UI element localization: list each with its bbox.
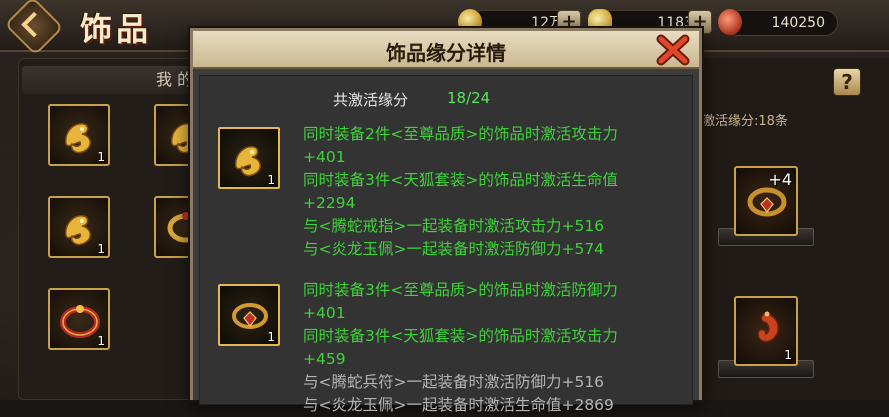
- slot-qty: 1: [97, 242, 105, 256]
- slot-qty: 1: [97, 334, 105, 348]
- bond-item-slot[interactable]: 1: [218, 127, 280, 189]
- jade-pendant-icon: [757, 311, 779, 343]
- fox-ring-icon: [232, 303, 268, 329]
- gold-phoenix-pendant-icon: [65, 123, 91, 154]
- bond-entry-lines: 同时装备2件<至尊品质>的饰品时激活攻击力 +401 同时装备3件<天狐套装>的…: [303, 123, 693, 261]
- bond-line: 同时装备3件<至尊品质>的饰品时激活防御力: [303, 281, 618, 299]
- page-title: 饰品: [80, 10, 153, 48]
- slot-qty: 1: [267, 173, 275, 187]
- slot-qty: 1: [267, 330, 275, 344]
- bond-line: +401: [303, 304, 346, 322]
- red-dragon-ring-icon: [60, 305, 100, 338]
- modal-title: 饰品缘分详情: [386, 41, 506, 65]
- bond-line: 与<炎龙玉佩>一起装备时激活生命值+2869: [303, 396, 614, 414]
- bond-line: +401: [303, 148, 346, 166]
- close-icon: [656, 34, 690, 66]
- bond-line: +2294: [303, 194, 356, 212]
- equipped-slot[interactable]: 1: [734, 296, 798, 366]
- equipped-slot[interactable]: +4: [734, 166, 798, 236]
- bond-line: 与<腾蛇戒指>一起装备时激活攻击力+516: [303, 217, 605, 235]
- upgrade-level: +4: [768, 170, 792, 189]
- inventory-slot[interactable]: 1: [48, 104, 110, 166]
- gold-phoenix-pendant-icon: [65, 215, 91, 246]
- bond-line: 与<炎龙玉佩>一起装备时激活防御力+574: [303, 240, 605, 258]
- jade-token-counter: 140250: [726, 10, 838, 36]
- bond-details-modal: 饰品缘分详情 共激活缘分 18/24 1 同时装备2件<至尊品质>的饰品时激活攻…: [190, 28, 702, 414]
- slot-qty: 1: [784, 348, 792, 362]
- back-arrow-icon: [21, 11, 47, 38]
- help-button[interactable]: ?: [833, 68, 861, 96]
- summary-value: 18/24: [447, 89, 491, 107]
- activated-bonds-caption: 激活缘分:18条: [702, 114, 788, 129]
- gold-phoenix-pendant-icon: [235, 146, 261, 177]
- back-button[interactable]: [4, 0, 64, 56]
- bond-line: 同时装备3件<天狐套装>的饰品时激活生命值: [303, 171, 618, 189]
- close-button[interactable]: [655, 33, 691, 67]
- bond-line: 同时装备3件<天狐套装>的饰品时激活攻击力: [303, 327, 618, 345]
- jade-token-icon: [718, 9, 742, 35]
- inventory-slot[interactable]: 1: [48, 196, 110, 258]
- inventory-slot[interactable]: 1: [48, 288, 110, 350]
- modal-header: 饰品缘分详情: [193, 31, 699, 69]
- summary-label: 共激活缘分: [333, 91, 409, 109]
- bond-item-slot[interactable]: 1: [218, 284, 280, 346]
- left-panel-header: 我 的: [22, 66, 202, 94]
- slot-qty: 1: [97, 150, 105, 164]
- bond-line: 与<腾蛇兵符>一起装备时激活防御力+516: [303, 373, 605, 391]
- bond-line: 同时装备2件<至尊品质>的饰品时激活攻击力: [303, 125, 618, 143]
- bond-line: +459: [303, 350, 346, 368]
- jade-token-value: 140250: [771, 15, 825, 31]
- bond-entry-lines: 同时装备3件<至尊品质>的饰品时激活防御力 +401 同时装备3件<天狐套装>的…: [303, 279, 693, 417]
